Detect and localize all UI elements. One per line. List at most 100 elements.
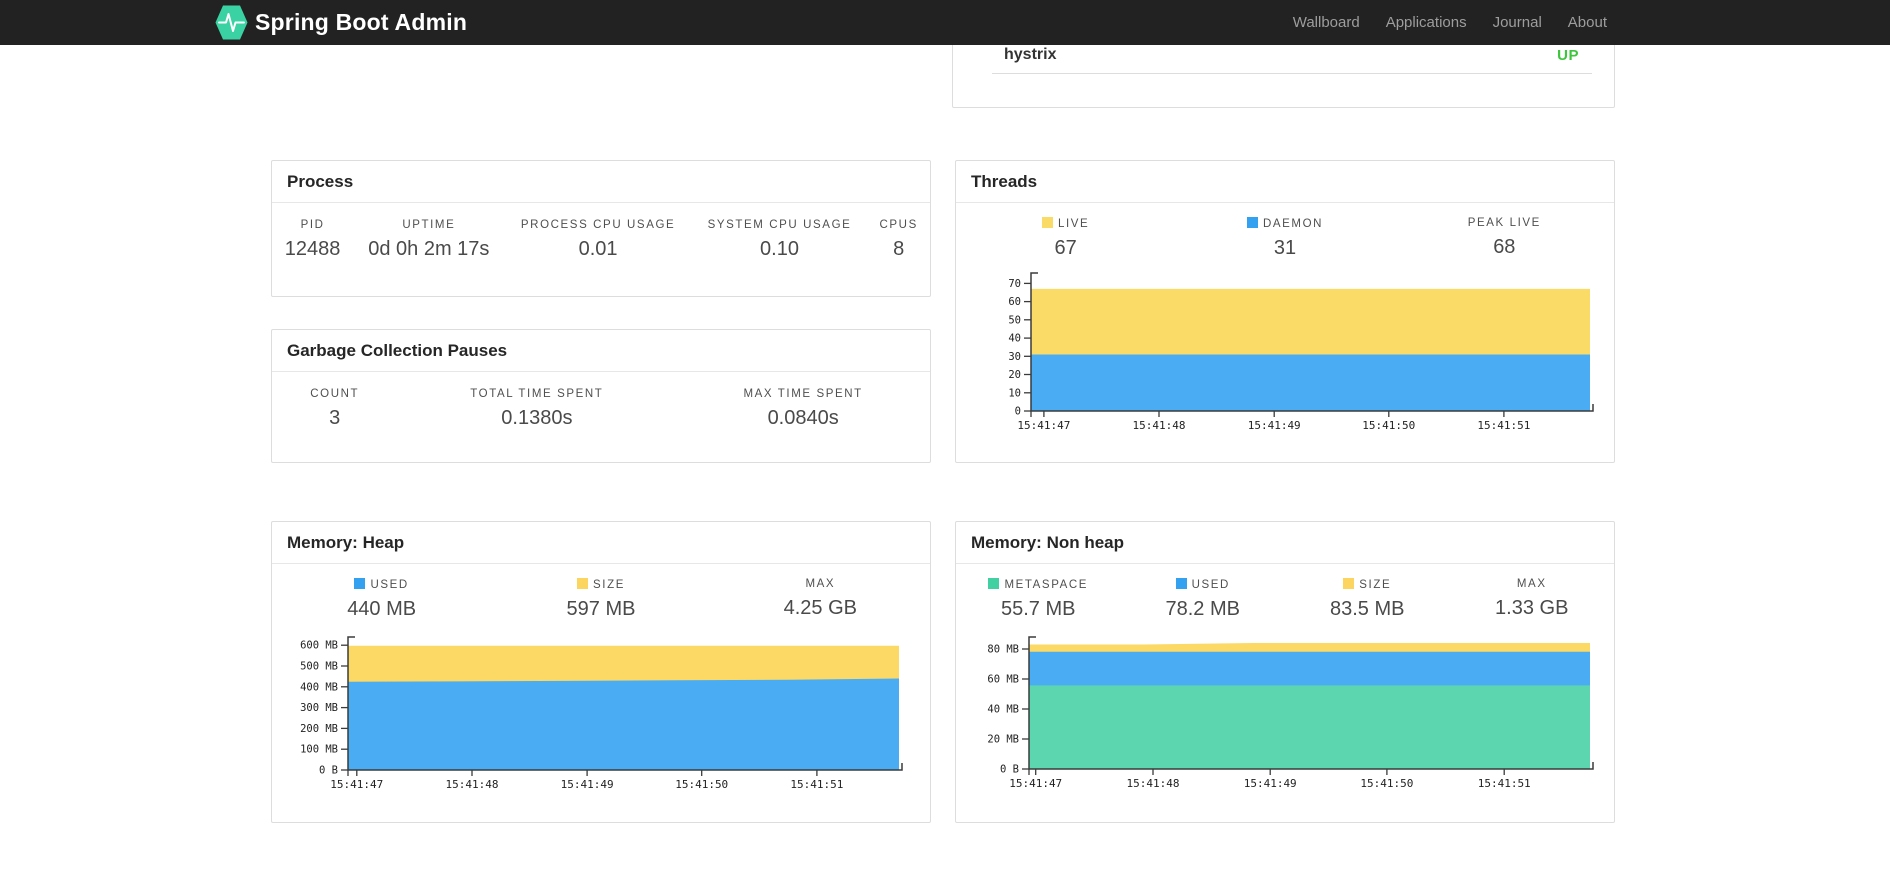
svg-text:15:41:48: 15:41:48 xyxy=(446,778,499,791)
metric-value: 0.01 xyxy=(578,238,618,260)
legend-live: LIVE 67 xyxy=(956,217,1175,260)
brand-link[interactable]: Spring Boot Admin xyxy=(215,0,467,45)
legend-value: 83.5 MB xyxy=(1330,598,1405,620)
gc-card-title: Garbage Collection Pauses xyxy=(287,340,508,360)
legend-metaspace: METASPACE 55.7 MB xyxy=(956,578,1121,621)
svg-text:0: 0 xyxy=(1015,406,1021,418)
metric-gc-total-time: TOTAL TIME SPENT 0.1380s xyxy=(397,388,676,430)
legend-label: SIZE xyxy=(1285,578,1450,591)
gc-card: Garbage Collection Pauses COUNT 3 TOTAL … xyxy=(271,329,931,463)
metric-gc-max-time: MAX TIME SPENT 0.0840s xyxy=(676,388,930,430)
nav-item-journal[interactable]: Journal xyxy=(1480,14,1555,31)
memory-heap-chart: 0 B 100 MB 200 MB 300 MB 400 MB 500 MB 600 MB 1… xyxy=(286,633,909,801)
nonheap-legend: METASPACE 55.7 MB USED 78.2 MB SIZE 83.5… xyxy=(956,578,1614,621)
metric-label: PID xyxy=(300,219,325,231)
metric-value: 0.1380s xyxy=(501,407,573,429)
svg-text:15:41:47: 15:41:47 xyxy=(1017,419,1070,432)
application-name: hystrix xyxy=(1004,46,1057,63)
metric-pid: PID 12488 xyxy=(272,219,353,261)
daemon-swatch-icon xyxy=(1246,217,1258,228)
svg-text:600 MB: 600 MB xyxy=(300,640,338,652)
legend-value: 68 xyxy=(1493,236,1516,258)
svg-text:0 B: 0 B xyxy=(1000,764,1019,776)
svg-text:15:41:47: 15:41:47 xyxy=(1009,777,1062,790)
threads-legend: LIVE 67 DAEMON 31 PEAK LIVE 68 xyxy=(956,217,1614,260)
svg-text:300 MB: 300 MB xyxy=(300,702,338,714)
metric-label: CPUS xyxy=(879,219,918,231)
legend-label: LIVE xyxy=(956,217,1175,230)
legend-daemon: DAEMON 31 xyxy=(1175,217,1394,260)
legend-label: MAX xyxy=(1450,578,1615,590)
svg-text:15:41:49: 15:41:49 xyxy=(561,778,614,791)
legend-value: 67 xyxy=(1054,237,1077,259)
legend-used: USED 78.2 MB xyxy=(1121,578,1286,621)
memory-nonheap-card: Memory: Non heap METASPACE 55.7 MB USED … xyxy=(955,521,1615,823)
svg-text:400 MB: 400 MB xyxy=(300,681,338,693)
metric-value: 0.0840s xyxy=(767,407,839,429)
applications-card-clip: hystrix UP xyxy=(952,45,1615,108)
size-swatch-icon xyxy=(577,578,588,589)
metric-cpus: CPUS 8 xyxy=(867,219,930,261)
metric-system-cpu: SYSTEM CPU USAGE 0.10 xyxy=(692,219,868,261)
legend-label: DAEMON xyxy=(1175,217,1394,230)
legend-peak-live: PEAK LIVE 68 xyxy=(1395,217,1614,260)
svg-text:15:41:47: 15:41:47 xyxy=(330,778,383,791)
svg-text:15:41:48: 15:41:48 xyxy=(1127,777,1180,790)
process-metrics: PID 12488 UPTIME 0d 0h 2m 17s PROCESS CP… xyxy=(272,219,930,261)
svg-text:100 MB: 100 MB xyxy=(300,744,338,756)
memory-heap-card-header: Memory: Heap xyxy=(272,522,930,564)
memory-nonheap-chart: 0 B 20 MB 40 MB 60 MB 80 MB 15:41:47 15:41:48 1… xyxy=(979,633,1600,800)
threads-card-header: Threads xyxy=(956,161,1614,203)
svg-text:60: 60 xyxy=(1008,296,1021,308)
legend-value: 440 MB xyxy=(347,598,417,620)
process-card: Process PID 12488 UPTIME 0d 0h 2m 17s PR… xyxy=(271,160,931,297)
metric-value: 3 xyxy=(329,407,341,429)
nav-item-wallboard[interactable]: Wallboard xyxy=(1280,14,1373,31)
legend-text: DAEMON xyxy=(1262,218,1324,230)
metaspace-swatch-icon xyxy=(988,578,1000,589)
gc-card-header: Garbage Collection Pauses xyxy=(272,330,930,372)
legend-label: METASPACE xyxy=(956,578,1121,591)
legend-size: SIZE 597 MB xyxy=(491,578,710,621)
legend-max: MAX 4.25 GB xyxy=(711,578,930,621)
metric-label: MAX TIME SPENT xyxy=(743,388,863,400)
navbar-links: Wallboard Applications Journal About xyxy=(1280,0,1620,45)
legend-text: USED xyxy=(370,579,409,591)
nav-item-about[interactable]: About xyxy=(1555,14,1620,31)
legend-label: MAX xyxy=(711,578,930,590)
svg-text:15:41:50: 15:41:50 xyxy=(675,778,728,791)
threads-card-title: Threads xyxy=(971,171,1038,191)
navbar: Spring Boot Admin Wallboard Applications… xyxy=(0,0,1890,45)
legend-label: USED xyxy=(1121,578,1286,591)
used-swatch-icon xyxy=(1175,578,1187,589)
legend-value: 78.2 MB xyxy=(1165,598,1240,620)
nav-item-applications[interactable]: Applications xyxy=(1373,14,1480,31)
svg-text:15:41:50: 15:41:50 xyxy=(1360,777,1413,790)
svg-text:20: 20 xyxy=(1008,369,1021,381)
svg-text:30: 30 xyxy=(1008,351,1021,363)
legend-text: USED xyxy=(1191,579,1230,591)
legend-text: LIVE xyxy=(1057,218,1090,230)
legend-value: 1.33 GB xyxy=(1495,597,1569,619)
svg-text:200 MB: 200 MB xyxy=(300,723,338,735)
svg-text:15:41:51: 15:41:51 xyxy=(790,778,843,791)
applications-card-padding xyxy=(953,74,1614,107)
svg-text:15:41:51: 15:41:51 xyxy=(1477,419,1530,432)
svg-text:10: 10 xyxy=(1008,387,1021,399)
metric-value: 0.10 xyxy=(760,238,799,260)
legend-text: METASPACE xyxy=(1004,579,1089,591)
legend-value: 55.7 MB xyxy=(1001,598,1076,620)
legend-label: SIZE xyxy=(491,578,710,591)
metric-label: SYSTEM CPU USAGE xyxy=(707,219,852,231)
metric-process-cpu: PROCESS CPU USAGE 0.01 xyxy=(505,219,692,261)
application-row-hystrix[interactable]: hystrix UP xyxy=(992,45,1592,74)
svg-text:50: 50 xyxy=(1008,314,1021,326)
legend-label: PEAK LIVE xyxy=(1395,217,1614,229)
memory-nonheap-card-title: Memory: Non heap xyxy=(971,532,1125,552)
svg-text:15:41:50: 15:41:50 xyxy=(1362,419,1415,432)
size-swatch-icon xyxy=(1343,578,1355,589)
legend-value: 31 xyxy=(1273,237,1297,259)
memory-heap-card-title: Memory: Heap xyxy=(287,532,405,552)
metric-value: 0d 0h 2m 17s xyxy=(368,238,490,260)
gc-metrics: COUNT 3 TOTAL TIME SPENT 0.1380s MAX TIM… xyxy=(272,388,930,430)
